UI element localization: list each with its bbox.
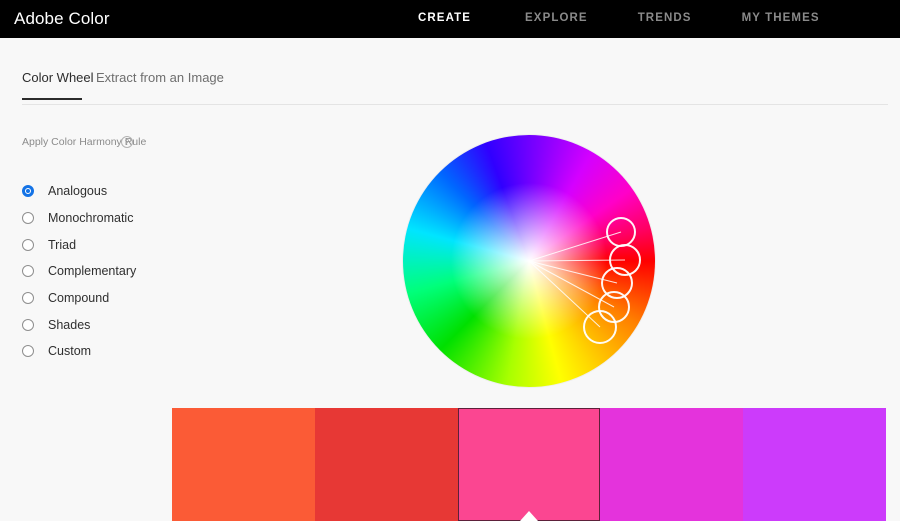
- swatch-3[interactable]: [457, 408, 601, 521]
- main-nav: CREATE EXPLORE TRENDS MY THEMES: [418, 10, 820, 26]
- radio-option-compound[interactable]: Compound: [22, 285, 136, 312]
- active-tab-indicator: [22, 98, 82, 100]
- radio-indicator: [22, 292, 34, 305]
- radio-option-triad[interactable]: Triad: [22, 231, 136, 258]
- radio-indicator: [22, 318, 34, 331]
- radio-indicator: [22, 265, 34, 278]
- top-navigation-bar: Adobe Color CREATE EXPLORE TRENDS MY THE…: [0, 0, 900, 38]
- nav-item-create[interactable]: CREATE: [418, 10, 471, 26]
- radio-label: Complementary: [48, 264, 137, 279]
- swatch-2[interactable]: [314, 408, 458, 521]
- radio-option-analogous[interactable]: Analogous: [22, 178, 136, 205]
- radio-option-monochromatic[interactable]: Monochromatic: [22, 205, 136, 232]
- tab-color-wheel[interactable]: Color Wheel: [22, 70, 94, 95]
- nav-item-trends[interactable]: TRENDS: [638, 10, 692, 26]
- swatch-4[interactable]: [600, 408, 744, 521]
- radio-option-custom[interactable]: Custom: [22, 338, 136, 365]
- tab-extract-from-image[interactable]: Extract from an Image: [96, 70, 224, 95]
- color-wheel-area[interactable]: [403, 135, 655, 387]
- radio-indicator: [22, 345, 34, 358]
- radio-label: Triad: [48, 237, 77, 252]
- wheel-marker-1[interactable]: [606, 217, 636, 247]
- help-icon[interactable]: ?: [121, 136, 133, 148]
- radio-indicator: [22, 185, 34, 198]
- harmony-section-label: Apply Color Harmony Rule: [22, 136, 147, 148]
- wheel-marker-5[interactable]: [583, 310, 617, 344]
- radio-label: Monochromatic: [48, 211, 134, 226]
- swatch-1[interactable]: [172, 408, 315, 521]
- adobe-color-app: Adobe Color CREATE EXPLORE TRENDS MY THE…: [0, 0, 900, 521]
- radio-indicator: [22, 238, 34, 251]
- harmony-rule-radio-group: Analogous Monochromatic Triad Complement…: [22, 178, 136, 365]
- nav-item-my-themes[interactable]: MY THEMES: [742, 10, 820, 26]
- tab-divider: [22, 104, 888, 105]
- radio-label: Compound: [48, 291, 110, 306]
- radio-label: Custom: [48, 344, 92, 359]
- tab-bar: Color Wheel Extract from an Image: [0, 70, 900, 104]
- nav-item-explore[interactable]: EXPLORE: [525, 10, 588, 26]
- radio-option-shades[interactable]: Shades: [22, 311, 136, 338]
- radio-indicator: [22, 212, 34, 225]
- app-brand-title: Adobe Color: [14, 9, 110, 28]
- swatch-5[interactable]: [743, 408, 886, 521]
- radio-label: Shades: [48, 317, 91, 332]
- color-swatch-strip: [172, 408, 886, 521]
- radio-option-complementary[interactable]: Complementary: [22, 258, 136, 285]
- active-swatch-caret: [519, 511, 538, 521]
- radio-label: Analogous: [48, 184, 108, 199]
